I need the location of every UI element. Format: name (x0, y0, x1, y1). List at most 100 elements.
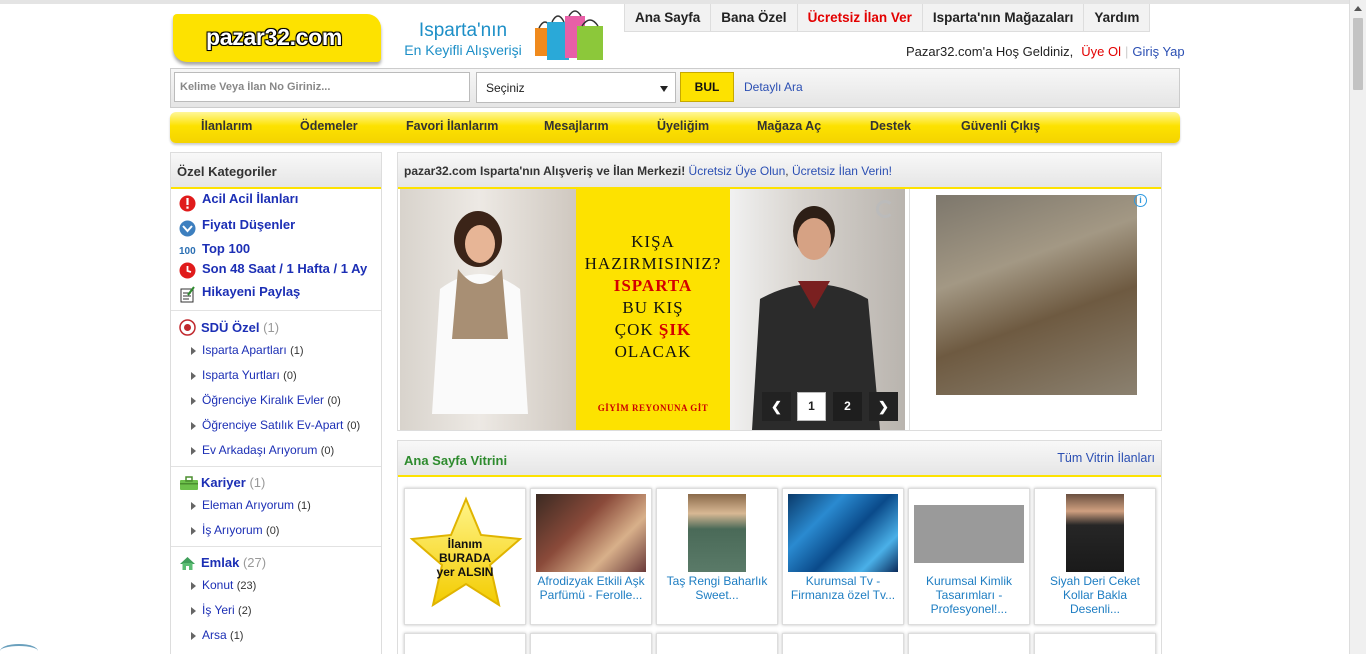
slider-headline: KIŞA HAZIRMISINIZ? ISPARTA BU KIŞ ÇOK ŞI… (576, 231, 730, 363)
ad-image[interactable] (936, 195, 1137, 395)
sub-is-yeri[interactable]: İş Yeri (2) (191, 603, 252, 617)
sub-label: Eleman Arıyorum (202, 498, 295, 512)
free-register-link[interactable]: Ücretsiz Üye Olun (689, 164, 786, 178)
comma: , (785, 164, 789, 178)
loader-icon (876, 200, 894, 218)
nav-yardim[interactable]: Yardım (1084, 4, 1149, 31)
product-title: Kurumsal Kimlik Tasarımları - Profesyone… (925, 574, 1012, 616)
category-sdu-ozel[interactable]: SDÜ Özel (1) (201, 320, 279, 335)
chevron-down-icon (660, 86, 668, 92)
sub-is-ariyorum[interactable]: İş Arıyorum (0) (190, 523, 279, 537)
sub-isparta-yurtlari[interactable]: Isparta Yurtları (0) (191, 368, 297, 382)
free-listing-link[interactable]: Ücretsiz İlan Verin! (792, 164, 892, 178)
menu-magaza-ac[interactable]: Mağaza Aç (757, 119, 821, 133)
divider (171, 466, 381, 467)
sidebar-item-top-100[interactable]: Top 100 (202, 241, 250, 256)
sub-ev-arkadasi[interactable]: Ev Arkadaşı Arıyorum (0) (190, 443, 334, 457)
promo-slider[interactable]: KIŞA HAZIRMISINIZ? ISPARTA BU KIŞ ÇOK ŞI… (400, 189, 905, 430)
showcase-card[interactable]: Kurumsal Tv - Firmanıza özel Tv... (782, 488, 904, 625)
sub-count: (1) (230, 630, 244, 642)
vertical-scrollbar[interactable] (1349, 0, 1366, 654)
search-button[interactable]: BUL (680, 72, 734, 102)
ad-box[interactable]: i (909, 189, 1161, 430)
product-image (914, 505, 1024, 563)
nav-bana-ozel[interactable]: Bana Özel (711, 4, 798, 31)
menu-ilanlarim[interactable]: İlanlarım (201, 119, 252, 133)
menu-uyeligim[interactable]: Üyeliğim (657, 119, 709, 133)
sidebar-item-hikayeni-paylas[interactable]: Hikayeni Paylaş (202, 284, 300, 299)
slider-line-4: BU KIŞ (622, 298, 684, 317)
slider-prev-button[interactable]: ❮ (762, 392, 791, 421)
slider-next-button[interactable]: ❯ (869, 392, 898, 421)
ad-info-icon[interactable]: i (1134, 194, 1147, 207)
sub-ogrenciye-kiralik[interactable]: Öğrenciye Kiralık Evler (0) (191, 393, 341, 407)
sub-label: Öğrenciye Kiralık Evler (202, 393, 325, 407)
menu-destek[interactable]: Destek (870, 119, 911, 133)
slider-page-2[interactable]: 2 (833, 392, 862, 421)
top100-icon: 100 (179, 246, 196, 257)
menu-mesajlarim[interactable]: Mesajlarım (544, 119, 609, 133)
slogan: Isparta'nın En Keyifli Alışverişi (398, 20, 528, 59)
showcase-card-row2[interactable] (656, 633, 778, 654)
product-image (1066, 494, 1124, 572)
showcase-card-star[interactable]: İlanım BURADA yer ALSIN (404, 488, 526, 625)
sub-isparta-apartlari[interactable]: Isparta Apartları (1) (191, 343, 304, 357)
slider-line-5-b: ŞIK (658, 320, 692, 339)
product-title: Taş Rengi Baharlık Sweet... (666, 574, 768, 602)
showcase-card[interactable]: Taş Rengi Baharlık Sweet... (656, 488, 778, 625)
showcase-card-row2[interactable] (404, 633, 526, 654)
showcase-card-row2[interactable] (908, 633, 1030, 654)
scroll-thumb[interactable] (1353, 18, 1363, 90)
sub-label: Konut (202, 578, 234, 592)
category-kariyer[interactable]: Kariyer (1) (201, 475, 265, 490)
slider-footer: GİYİM REYONUNA GİT (597, 403, 709, 413)
sidebar-item-fiyati-dusenler[interactable]: Fiyatı Düşenler (202, 217, 295, 232)
category-count: (27) (242, 555, 267, 570)
showcase-card[interactable]: Siyah Deri Ceket Kollar Bakla Desenli... (1034, 488, 1156, 625)
scroll-up-icon[interactable] (1354, 6, 1362, 11)
sub-ogrenciye-satilik[interactable]: Öğrenciye Satılık Ev-Apart (0) (190, 418, 361, 432)
sdu-logo-icon (179, 319, 196, 336)
menu-guvenli-cikis[interactable]: Güvenli Çıkış (961, 119, 1040, 133)
slider-page-1[interactable]: 1 (797, 392, 826, 421)
search-input[interactable] (174, 72, 470, 102)
showcase-card[interactable]: Kurumsal Kimlik Tasarımları - Profesyone… (908, 488, 1030, 625)
category-emlak[interactable]: Emlak (27) (201, 555, 266, 570)
category-emlak-label: Emlak (201, 555, 240, 570)
all-showcase-link[interactable]: Tüm Vitrin İlanları (1057, 451, 1155, 465)
sub-label: Arsa (202, 628, 227, 642)
category-select[interactable]: Seçiniz (476, 72, 676, 103)
nav-magazalar[interactable]: Isparta'nın Mağazaları (923, 4, 1085, 31)
slider-photo-woman (400, 189, 576, 430)
menu-favori-ilanlarim[interactable]: Favori İlanlarım (406, 119, 498, 133)
house-icon (180, 557, 195, 570)
sub-count: (2) (238, 605, 252, 617)
nav-ucretsiz-ilan-ver[interactable]: Ücretsiz İlan Ver (798, 4, 923, 31)
nav-ana-sayfa[interactable]: Ana Sayfa (625, 4, 712, 31)
sidebar-item-acil[interactable]: Acil Acil İlanları (202, 191, 298, 206)
showcase-card-row2[interactable] (782, 633, 904, 654)
sub-arsa[interactable]: Arsa (1) (190, 628, 244, 642)
sub-konut[interactable]: Konut (23) (190, 578, 256, 592)
welcome-text: Pazar32.com'a Hoş Geldiniz, (906, 44, 1074, 59)
showcase-card[interactable]: Afrodizyak Etkili Aşk Parfümü - Ferolle.… (530, 488, 652, 625)
site-logo[interactable]: pazar32.com (173, 14, 381, 62)
slogan-line-1: Isparta'nın (418, 20, 508, 41)
slider-line-3: ISPARTA (613, 276, 693, 295)
separator: | (1124, 44, 1129, 59)
slider-line-5: ÇOK ŞIK (576, 319, 730, 341)
sidebar-item-son-48-saat[interactable]: Son 48 Saat / 1 Hafta / 1 Ay (202, 261, 367, 276)
sub-count: (0) (346, 420, 361, 432)
register-link[interactable]: Üye Ol (1081, 44, 1121, 59)
showcase-card-row2[interactable] (1034, 633, 1156, 654)
advanced-search-link[interactable]: Detaylı Ara (744, 80, 803, 94)
shopping-bags-icon (535, 10, 603, 60)
search-bar: Seçiniz BUL Detaylı Ara (170, 68, 1180, 108)
sub-label: Isparta Apartları (202, 343, 287, 357)
login-link[interactable]: Giriş Yap (1132, 44, 1184, 59)
sub-eleman-ariyorum[interactable]: Eleman Arıyorum (1) (191, 498, 311, 512)
woman-figure (432, 211, 528, 414)
showcase-card-row2[interactable] (530, 633, 652, 654)
menu-odemeler[interactable]: Ödemeler (300, 119, 358, 133)
showcase-header: Ana Sayfa Vitrini Tüm Vitrin İlanları (398, 441, 1161, 477)
